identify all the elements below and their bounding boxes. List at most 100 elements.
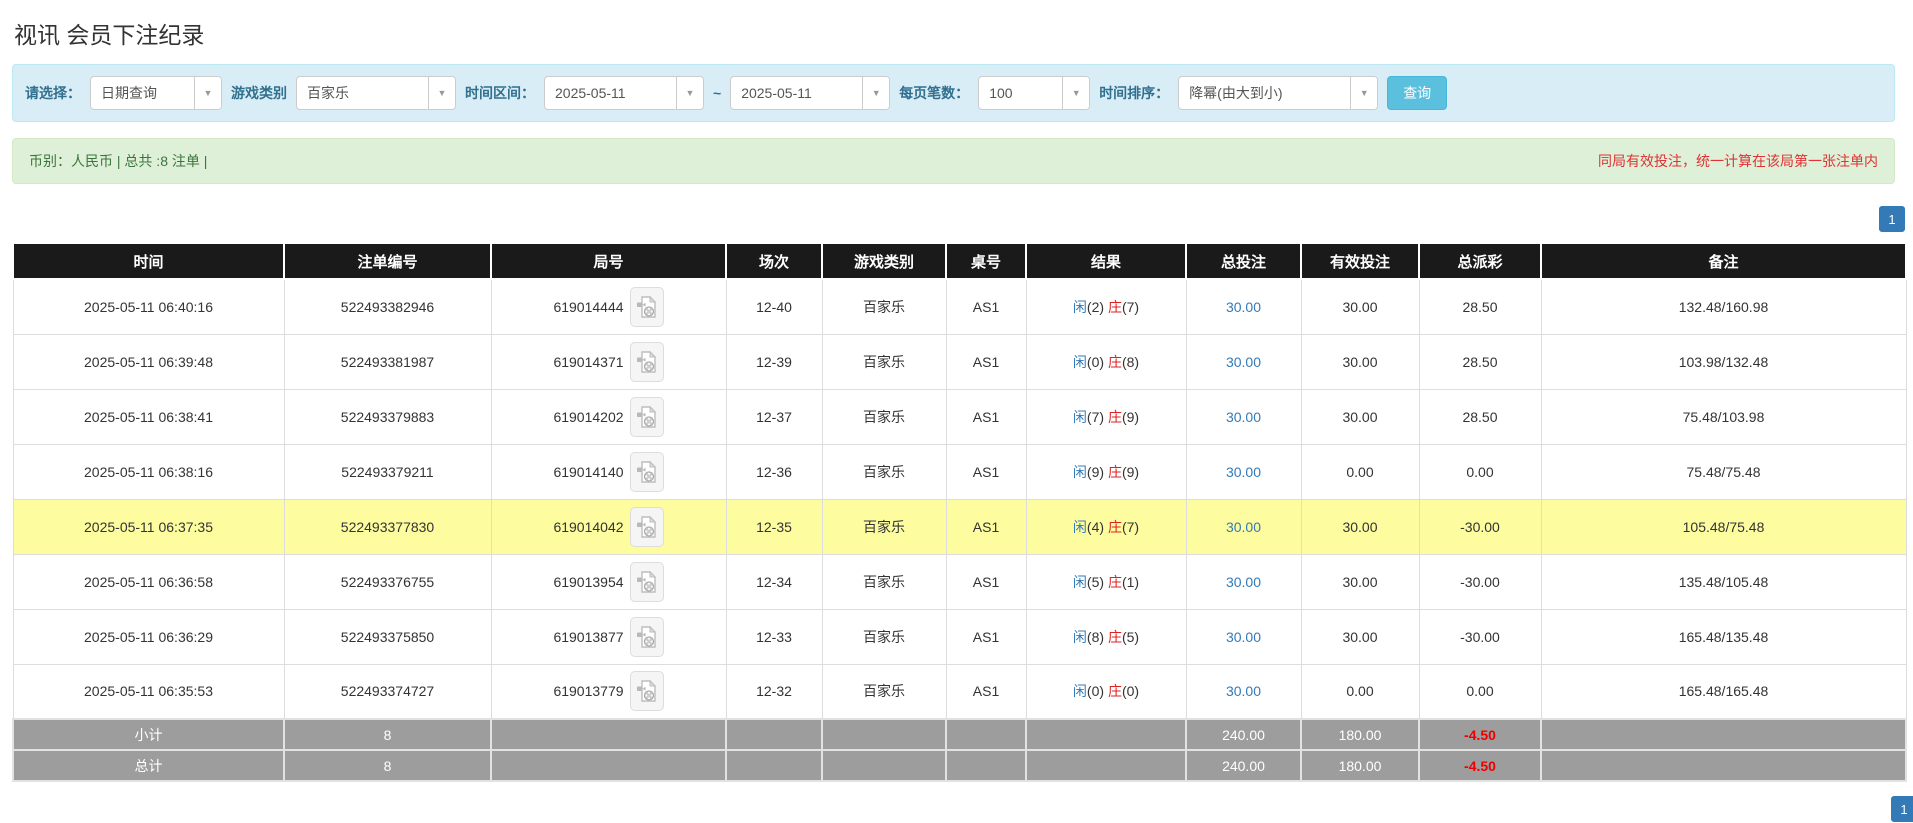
video-replay-button[interactable] xyxy=(630,452,664,492)
col-header-session: 场次 xyxy=(726,243,822,279)
cell-bet-id: 522493382946 xyxy=(284,279,491,334)
player-result-value: (0) xyxy=(1087,354,1104,370)
date-from-select[interactable]: 2025-05-11 ▼ xyxy=(544,76,704,110)
total-count: 8 xyxy=(284,750,491,781)
cell-valid-bet: 30.00 xyxy=(1301,279,1419,334)
time-sort-select[interactable]: 降幂(由大到小) ▼ xyxy=(1178,76,1378,110)
chevron-down-icon: ▼ xyxy=(1350,77,1377,109)
cell-game: 百家乐 xyxy=(822,334,946,389)
video-replay-icon xyxy=(636,515,657,539)
cell-round: 619014202 xyxy=(491,389,726,444)
banker-result-label: 庄 xyxy=(1108,574,1122,590)
round-number: 619014371 xyxy=(553,354,623,370)
pagination-bottom: 1 xyxy=(24,796,1913,822)
banker-result-label: 庄 xyxy=(1108,299,1122,315)
video-replay-button[interactable] xyxy=(630,507,664,547)
col-header-remark: 备注 xyxy=(1541,243,1906,279)
cell-result: 闲(0) 庄(0) xyxy=(1026,664,1186,719)
cell-valid-bet: 30.00 xyxy=(1301,609,1419,664)
cell-payout: 0.00 xyxy=(1419,444,1541,499)
page-1-button[interactable]: 1 xyxy=(1879,206,1905,232)
cell-payout: 0.00 xyxy=(1419,664,1541,719)
cell-time: 2025-05-11 06:37:35 xyxy=(13,499,284,554)
total-bet-link[interactable]: 30.00 xyxy=(1226,629,1261,645)
cell-valid-bet: 0.00 xyxy=(1301,444,1419,499)
page-title: 视讯 会员下注纪录 xyxy=(14,16,1893,50)
cell-table-no: AS1 xyxy=(946,389,1026,444)
total-bet-link[interactable]: 30.00 xyxy=(1226,519,1261,535)
cell-remark: 132.48/160.98 xyxy=(1541,279,1906,334)
player-result-label: 闲 xyxy=(1073,574,1087,590)
cell-table-no: AS1 xyxy=(946,554,1026,609)
query-type-value: 日期查询 xyxy=(91,77,194,109)
cell-valid-bet: 0.00 xyxy=(1301,664,1419,719)
cell-bet-id: 522493374727 xyxy=(284,664,491,719)
cell-payout: -30.00 xyxy=(1419,554,1541,609)
subtotal-count: 8 xyxy=(284,719,491,750)
chevron-down-icon: ▼ xyxy=(1062,77,1089,109)
table-row: 2025-05-11 06:38:41 522493379883 6190142… xyxy=(13,389,1906,444)
banker-result-value: (7) xyxy=(1122,519,1139,535)
col-header-time: 时间 xyxy=(13,243,284,279)
cell-remark: 105.48/75.48 xyxy=(1541,499,1906,554)
total-bet-link[interactable]: 30.00 xyxy=(1226,299,1261,315)
total-bet-link[interactable]: 30.00 xyxy=(1226,464,1261,480)
cell-result: 闲(5) 庄(1) xyxy=(1026,554,1186,609)
page-1-button-bottom[interactable]: 1 xyxy=(1891,796,1913,822)
subtotal-label: 小计 xyxy=(13,719,284,750)
total-bet-link[interactable]: 30.00 xyxy=(1226,409,1261,425)
date-to-select[interactable]: 2025-05-11 ▼ xyxy=(730,76,890,110)
cell-round: 619014042 xyxy=(491,499,726,554)
banker-result-label: 庄 xyxy=(1108,354,1122,370)
video-replay-button[interactable] xyxy=(630,287,664,327)
banker-result-value: (9) xyxy=(1122,464,1139,480)
cell-session: 12-34 xyxy=(726,554,822,609)
page-size-select[interactable]: 100 ▼ xyxy=(978,76,1090,110)
total-bet-link[interactable]: 30.00 xyxy=(1226,683,1261,699)
cell-table-no: AS1 xyxy=(946,444,1026,499)
cell-total-bet: 30.00 xyxy=(1186,389,1301,444)
chevron-down-icon: ▼ xyxy=(676,77,703,109)
query-type-label: 请选择： xyxy=(25,83,81,103)
cell-time: 2025-05-11 06:39:48 xyxy=(13,334,284,389)
table-row: 2025-05-11 06:35:53 522493374727 6190137… xyxy=(13,664,1906,719)
cell-session: 12-36 xyxy=(726,444,822,499)
video-replay-button[interactable] xyxy=(630,342,664,382)
query-type-select[interactable]: 日期查询 ▼ xyxy=(90,76,222,110)
date-from-value: 2025-05-11 xyxy=(545,77,676,109)
cell-payout: 28.50 xyxy=(1419,389,1541,444)
round-number: 619013779 xyxy=(553,683,623,699)
player-result-value: (4) xyxy=(1087,519,1104,535)
cell-session: 12-35 xyxy=(726,499,822,554)
col-header-valid-bet: 有效投注 xyxy=(1301,243,1419,279)
cell-valid-bet: 30.00 xyxy=(1301,499,1419,554)
video-replay-button[interactable] xyxy=(630,617,664,657)
page-size-value: 100 xyxy=(979,77,1062,109)
cell-total-bet: 30.00 xyxy=(1186,499,1301,554)
video-replay-button[interactable] xyxy=(630,671,664,711)
total-bet-link[interactable]: 30.00 xyxy=(1226,574,1261,590)
game-category-select[interactable]: 百家乐 ▼ xyxy=(296,76,456,110)
search-button[interactable]: 查询 xyxy=(1387,76,1447,110)
total-payout: -4.50 xyxy=(1419,750,1541,781)
cell-result: 闲(4) 庄(7) xyxy=(1026,499,1186,554)
cell-result: 闲(0) 庄(8) xyxy=(1026,334,1186,389)
cell-result: 闲(9) 庄(9) xyxy=(1026,444,1186,499)
total-bet-link[interactable]: 30.00 xyxy=(1226,354,1261,370)
table-footer: 小计 8 240.00 180.00 -4.50 总计 8 240.00 180… xyxy=(13,719,1906,781)
banker-result-value: (1) xyxy=(1122,574,1139,590)
date-range-separator: ~ xyxy=(713,85,721,101)
chevron-down-icon: ▼ xyxy=(194,77,221,109)
cell-remark: 75.48/103.98 xyxy=(1541,389,1906,444)
video-replay-icon xyxy=(636,460,657,484)
total-total-bet: 240.00 xyxy=(1186,750,1301,781)
cell-payout: -30.00 xyxy=(1419,499,1541,554)
summary-notice: 同局有效投注，统一计算在该局第一张注单内 xyxy=(1598,151,1878,171)
video-replay-icon xyxy=(636,625,657,649)
table-header: 时间 注单编号 局号 场次 游戏类别 桌号 结果 总投注 有效投注 总派彩 备注 xyxy=(13,243,1906,279)
video-replay-button[interactable] xyxy=(630,397,664,437)
player-result-label: 闲 xyxy=(1073,354,1087,370)
cell-game: 百家乐 xyxy=(822,279,946,334)
video-replay-button[interactable] xyxy=(630,562,664,602)
date-to-value: 2025-05-11 xyxy=(731,77,862,109)
